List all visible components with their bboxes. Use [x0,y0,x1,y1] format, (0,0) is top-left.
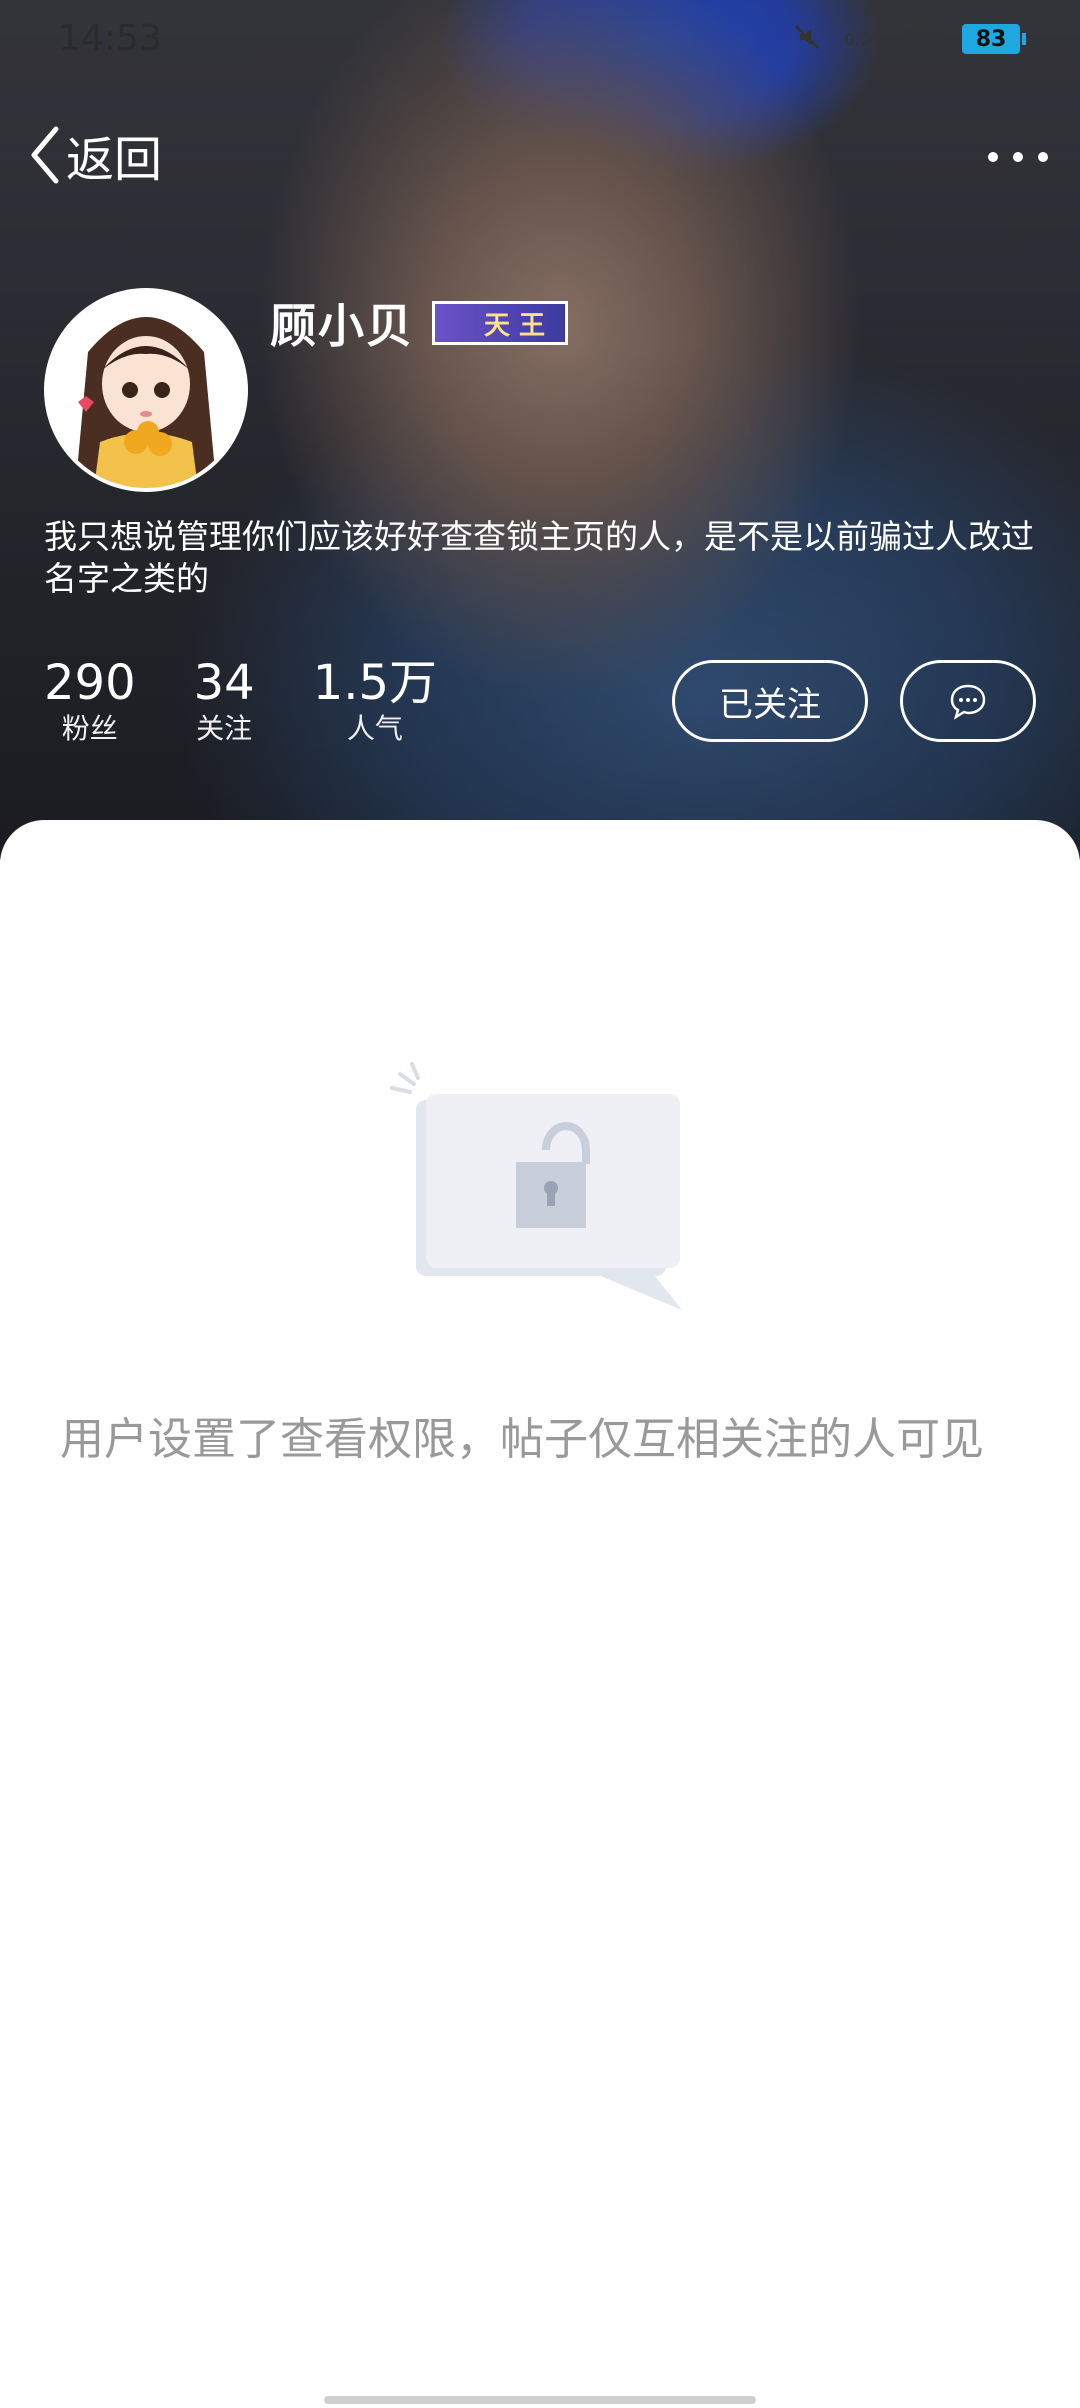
chevron-left-icon [31,126,59,184]
stat-popularity: 1.5万 人气 [313,655,437,747]
user-name: 顾小贝 [270,299,414,353]
back-label: 返回 [66,132,163,188]
home-indicator[interactable] [324,2396,756,2404]
name-row: 顾小贝 天 王 [270,290,568,356]
chat-bubble-icon [950,684,986,720]
empty-state-message: 用户设置了查看权限，帖子仅互相关注的人可见 [60,1414,984,1465]
follow-button[interactable]: 已关注 [672,660,868,742]
stat-following[interactable]: 34 关注 [194,655,255,747]
stats-row: 290 粉丝 34 关注 1.5万 人气 [44,655,495,747]
status-time: 14:53 [58,18,162,59]
stat-value: 34 [193,655,255,711]
back-button[interactable]: 返回 [28,115,162,195]
wifi-icon [902,23,940,55]
more-options-icon[interactable] [988,137,1048,177]
rank-badge: 天 王 [432,301,568,345]
mute-icon [792,22,822,56]
dot [988,152,998,162]
dot [1038,152,1048,162]
badge-text: 天 王 [483,310,545,341]
stat-value: 290 [44,655,136,711]
stat-fans[interactable]: 290 粉丝 [44,655,136,747]
top-nav: 返回 [0,115,1080,195]
stat-value: 1.5万 [312,655,438,711]
content-sheet [0,820,1080,2408]
message-button[interactable] [900,660,1036,742]
status-icons: 0.00 83 [792,22,1026,56]
net-speed: 0.00 [844,29,880,49]
stat-label: 人气 [346,712,403,745]
avatar-illustration [48,292,244,488]
avatar[interactable] [44,288,248,492]
stat-label: 粉丝 [61,712,118,745]
stat-label: 关注 [196,712,253,745]
status-bar: 14:53 0.00 83 [0,0,1080,80]
user-bio: 我只想说管理你们应该好好查查锁主页的人，是不是以前骗过人改过名字之类的 [44,517,1034,598]
lock-illustration [390,1060,690,1320]
battery-icon: 83 [962,24,1026,54]
dot [1013,152,1023,162]
